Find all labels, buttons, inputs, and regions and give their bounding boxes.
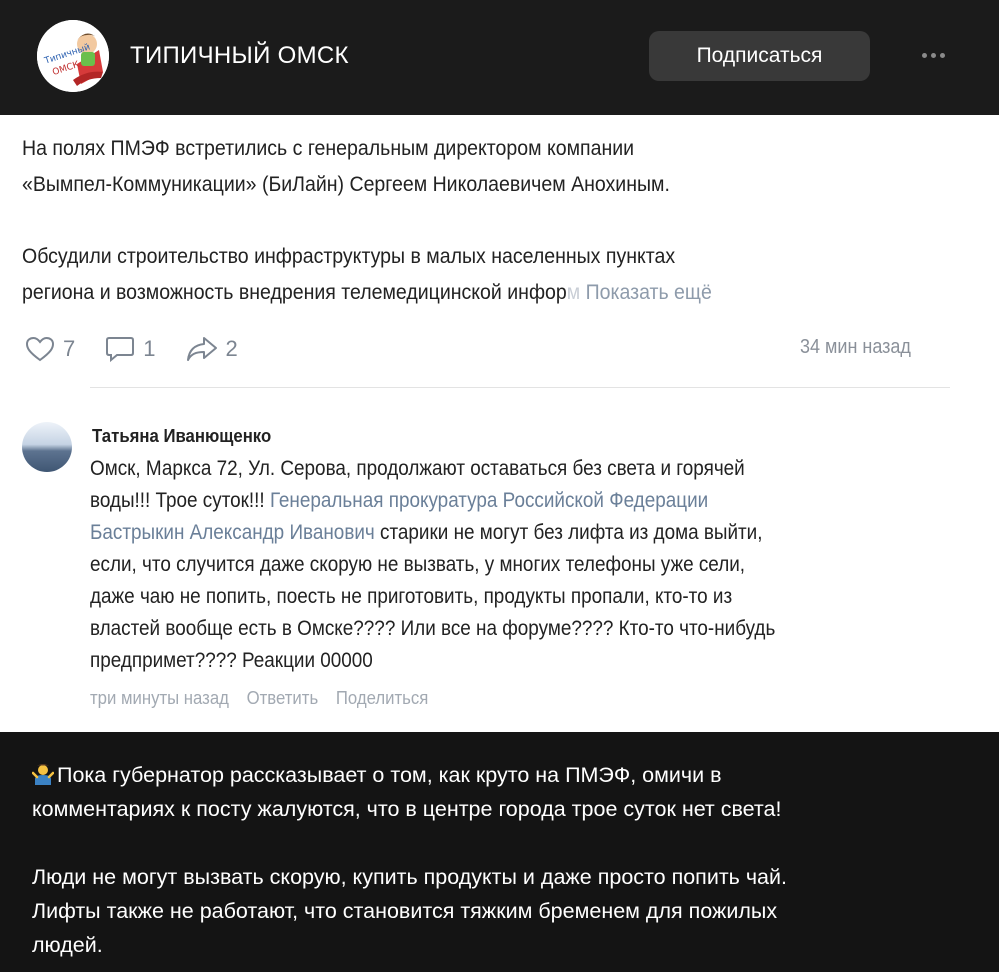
post-line: региона и возможность внедрения телемеди… (22, 281, 712, 304)
channel-header: Типичный ОМСК ТИПИЧНЫЙ ОМСК Подписаться (0, 0, 999, 115)
comment-line: Омск, Маркса 72, Ул. Серова, продолжают … (90, 457, 745, 480)
show-more-link[interactable]: Показать ещё (586, 281, 712, 304)
post-actions: 7 1 2 (25, 333, 268, 365)
share-icon (186, 337, 217, 361)
channel-logo-icon: Типичный ОМСК (37, 20, 109, 92)
caption-line: Люди не могут вызвать скорую, купить про… (32, 865, 787, 889)
comment-icon (106, 337, 135, 363)
caption-line: Лифты также не работают, что становится … (32, 899, 778, 923)
divider (90, 387, 950, 388)
share-count: 2 (225, 336, 238, 361)
comment-line: даже чаю не попить, поесть не приготовит… (90, 585, 733, 608)
caption-line: комментариях к посту жалуются, что в цен… (32, 797, 782, 821)
share-link[interactable]: Поделиться (336, 688, 428, 708)
comment-button[interactable]: 1 (105, 335, 156, 363)
reply-link[interactable]: Ответить (247, 688, 319, 708)
heart-icon (25, 336, 55, 362)
comment-time: три минуты назад (90, 688, 229, 708)
comment-text: Омск, Маркса 72, Ул. Серова, продолжают … (90, 453, 900, 677)
comment-line: если, что случится даже скорую не вызват… (90, 553, 746, 576)
post-line: На полях ПМЭФ встретились с генеральным … (22, 137, 635, 160)
mention-link[interactable]: Бастрыкин Александр Иванович (90, 521, 375, 544)
caption-line: Пока губернатор рассказывает о том, как … (32, 758, 982, 792)
channel-name[interactable]: ТИПИЧНЫЙ ОМСК (130, 42, 349, 70)
like-button[interactable]: 7 (25, 336, 75, 362)
share-button[interactable]: 2 (186, 335, 238, 363)
caption-line: людей. (32, 933, 103, 957)
post-line: Обсудили строительство инфраструктуры в … (22, 245, 676, 268)
shrug-emoji-icon (32, 764, 54, 785)
comment-line: Бастрыкин Александр Иванович старики не … (90, 521, 763, 544)
post-text: На полях ПМЭФ встретились с генеральным … (22, 131, 896, 311)
comment-avatar[interactable] (22, 422, 72, 472)
comment-line: предпримет???? Реакции 00000 (90, 649, 373, 672)
channel-avatar[interactable]: Типичный ОМСК (37, 20, 109, 92)
post-time: 34 мин назад (800, 336, 911, 358)
post-line: «Вымпел-Коммуникации» (БиЛайн) Сергеем Н… (22, 173, 670, 196)
comment-author[interactable]: Татьяна Иванющенко (92, 426, 271, 447)
more-icon[interactable] (915, 42, 951, 68)
like-count: 7 (63, 336, 76, 361)
message-caption: Пока губернатор рассказывает о том, как … (32, 758, 982, 962)
post-screenshot: На полях ПМЭФ встретились с генеральным … (0, 115, 999, 732)
comment-footer: три минуты назад Ответить Поделиться (90, 688, 441, 709)
subscribe-button[interactable]: Подписаться (649, 31, 870, 81)
comment-line: властей вообще есть в Омске???? Или все … (90, 617, 776, 640)
comment-line: воды!!! Трое суток!!! Генеральная прокур… (90, 489, 709, 512)
comment-count: 1 (143, 336, 156, 361)
mention-link[interactable]: Генеральная прокуратура Российской Федер… (270, 489, 708, 512)
